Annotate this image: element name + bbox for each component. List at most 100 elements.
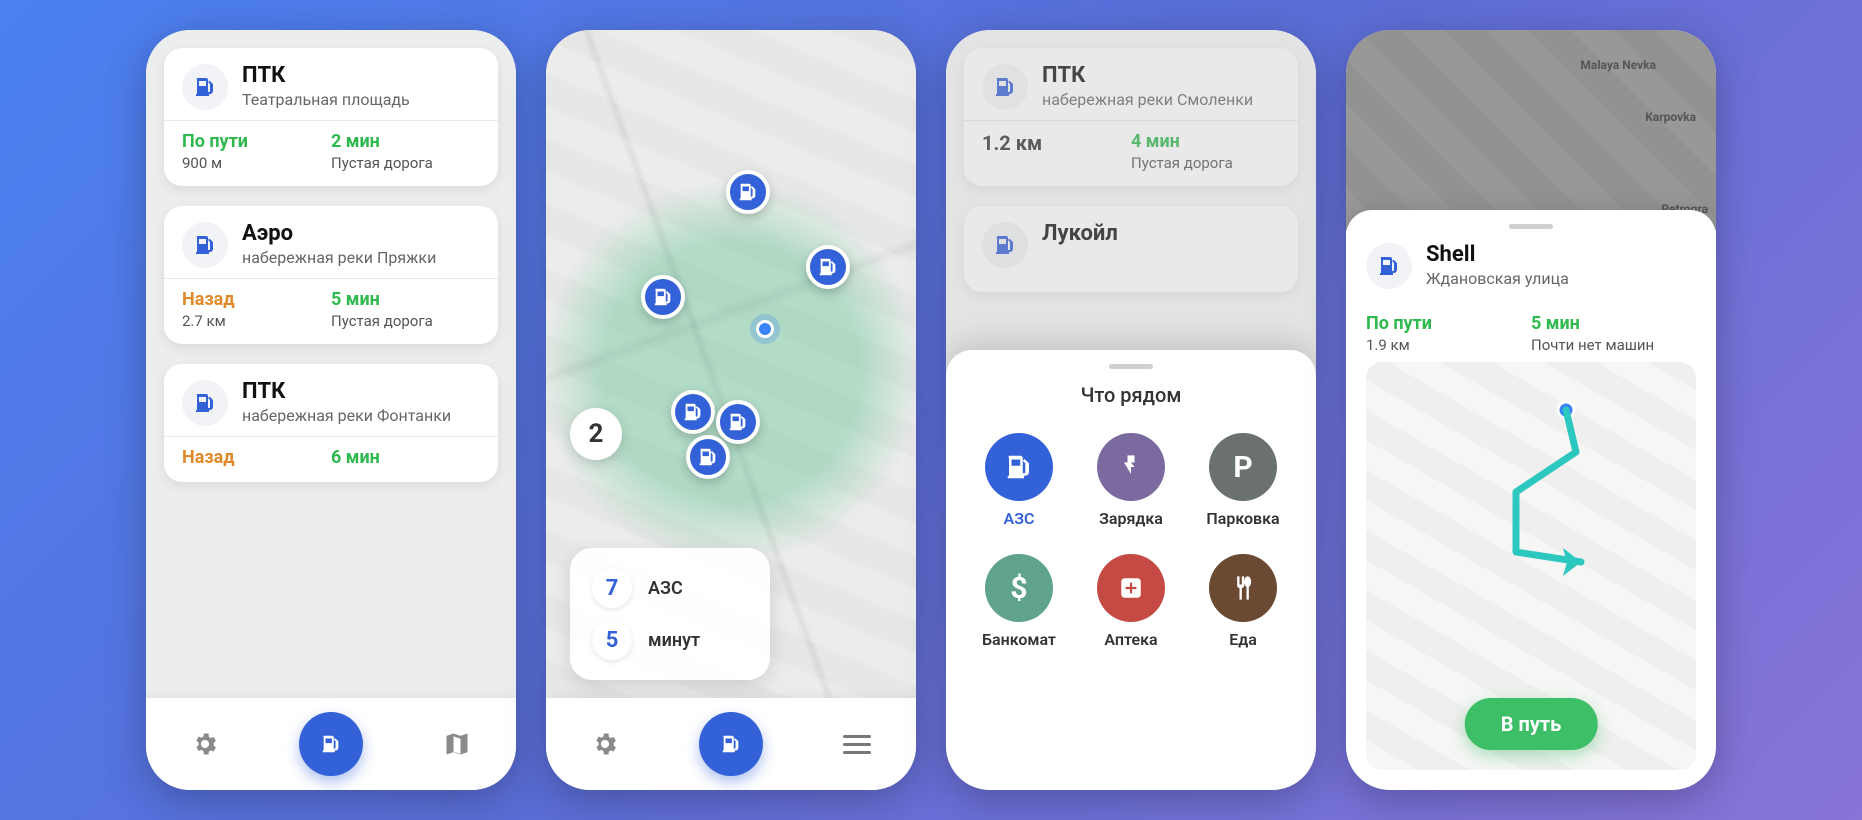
divider [164, 436, 498, 437]
station-address: набережная реки Пряжки [242, 248, 436, 267]
station-card[interactable]: ПТК набережная реки Фонтанки Назад6 мин [164, 364, 498, 482]
distance-value: 1.2 км [982, 131, 1131, 155]
station-name: ПТК [242, 380, 451, 404]
map-icon [443, 730, 471, 758]
category-label: Парковка [1206, 509, 1279, 528]
screen-map-pins: 2 7АЗС5минут [546, 30, 916, 790]
stat-row: 7АЗС [592, 562, 748, 614]
station-address: набережная реки Смоленки [1042, 90, 1253, 109]
station-logo [982, 64, 1028, 110]
category-parking[interactable]: PПарковка [1190, 425, 1296, 536]
fuel-pump-icon [320, 733, 342, 755]
fuel-pump-icon [737, 181, 759, 203]
station-card[interactable]: Аэро набережная реки Пряжки Назад 2.7 км5 м… [164, 206, 498, 344]
stat-label: минут [648, 630, 700, 651]
time-label: 2 мин [331, 131, 480, 152]
station-address: набережная реки Фонтанки [242, 406, 451, 425]
fuel-pump-icon [193, 391, 217, 415]
station-logo [982, 222, 1028, 268]
direction-label: Назад [182, 447, 331, 468]
fuel-pump-icon [193, 233, 217, 257]
station-logo [1366, 243, 1412, 289]
user-location-dot [756, 320, 774, 338]
station-pin[interactable] [641, 275, 685, 319]
charge-icon [1097, 433, 1165, 501]
fuel-pump-icon [1377, 254, 1401, 278]
category-med[interactable]: Аптека [1078, 546, 1184, 657]
fuel-pump-icon [727, 411, 749, 433]
time-label: 5 мин [1531, 313, 1696, 334]
station-logo [182, 64, 228, 110]
gear-icon [591, 730, 619, 758]
fuel-pump-icon [193, 75, 217, 99]
map-label: Karpovka [1645, 110, 1696, 124]
category-label: Аптека [1104, 630, 1157, 649]
category-label: АЗС [1004, 509, 1035, 528]
station-name: Shell [1426, 243, 1569, 267]
divider [164, 120, 498, 121]
cluster-count-chip[interactable]: 2 [570, 408, 622, 460]
category-label: Еда [1229, 630, 1257, 649]
sheet-handle[interactable] [1509, 224, 1553, 229]
road-state: Пустая дорога [1131, 154, 1280, 172]
fuel-button[interactable] [299, 712, 363, 776]
nearby-sheet[interactable]: Что рядом АЗС Зарядка PПарковка $Банкомат Ап… [946, 350, 1316, 790]
distance-value: 1.9 км [1366, 336, 1531, 354]
station-pin[interactable] [686, 435, 730, 479]
fuel-pump-icon [993, 233, 1017, 257]
dollar-icon: $ [985, 554, 1053, 622]
bottom-nav [546, 698, 916, 790]
screen-nearby-sheet: ПТК набережная реки Смоленки 1.2 км4 мин Пу… [946, 30, 1316, 790]
station-address: Театральная площадь [242, 90, 410, 109]
sheet-title: Что рядом [966, 383, 1296, 407]
category-charge[interactable]: Зарядка [1078, 425, 1184, 536]
menu-button[interactable] [833, 720, 881, 768]
station-pin[interactable] [806, 245, 850, 289]
station-pin[interactable] [726, 170, 770, 214]
category-dollar[interactable]: $Банкомат [966, 546, 1072, 657]
station-pin[interactable] [671, 390, 715, 434]
sheet-handle[interactable] [1109, 364, 1153, 369]
station-pin[interactable] [716, 400, 760, 444]
go-button[interactable]: В путь [1465, 698, 1598, 750]
map-button[interactable] [433, 720, 481, 768]
station-name: Лукойл [1042, 222, 1118, 246]
fuel-pump-icon [697, 446, 719, 468]
distance-value: 2.7 км [182, 312, 331, 330]
stat-row: 5минут [592, 614, 748, 666]
settings-button[interactable] [581, 720, 629, 768]
fuel-pump-icon [993, 75, 1017, 99]
pump-icon [985, 433, 1053, 501]
station-name: Аэро [242, 222, 436, 246]
road-state: Почти нет машин [1531, 336, 1696, 354]
station-card[interactable]: Лукойл [964, 206, 1298, 292]
distance-value: 900 м [182, 154, 331, 172]
gear-icon [191, 730, 219, 758]
station-card[interactable]: ПТКТеатральная площадьПо пути900 м2 минП… [164, 48, 498, 186]
category-food[interactable]: Еда [1190, 546, 1296, 657]
bottom-nav [146, 698, 516, 790]
screen-route-detail: Malaya Nevka Karpovka Petrogra Shell Жда… [1346, 30, 1716, 790]
stat-label: АЗС [648, 578, 683, 599]
stats-panel: 7АЗС5минут [570, 548, 770, 680]
fuel-button[interactable] [699, 712, 763, 776]
settings-button[interactable] [181, 720, 229, 768]
divider [164, 278, 498, 279]
station-name: ПТК [242, 64, 410, 88]
category-pump[interactable]: АЗС [966, 425, 1072, 536]
food-icon [1209, 554, 1277, 622]
direction-label: По пути [1366, 313, 1531, 334]
time-label: 4 мин [1131, 131, 1280, 152]
map-label: Malaya Nevka [1580, 58, 1656, 72]
station-card[interactable]: ПТК набережная реки Смоленки 1.2 км4 мин Пу… [964, 48, 1298, 186]
time-label: 6 мин [331, 447, 480, 468]
direction-label: Назад [182, 289, 331, 310]
road-state: Пустая дорога [331, 154, 480, 172]
category-label: Зарядка [1099, 509, 1163, 528]
hamburger-icon [843, 735, 871, 754]
station-name: ПТК [1042, 64, 1253, 88]
station-address: Ждановская улица [1426, 269, 1569, 288]
map-preview[interactable]: Malaya Nevka Karpovka Petrogra [1346, 30, 1716, 230]
route-map[interactable]: В путь [1366, 362, 1696, 770]
time-label: 5 мин [331, 289, 480, 310]
